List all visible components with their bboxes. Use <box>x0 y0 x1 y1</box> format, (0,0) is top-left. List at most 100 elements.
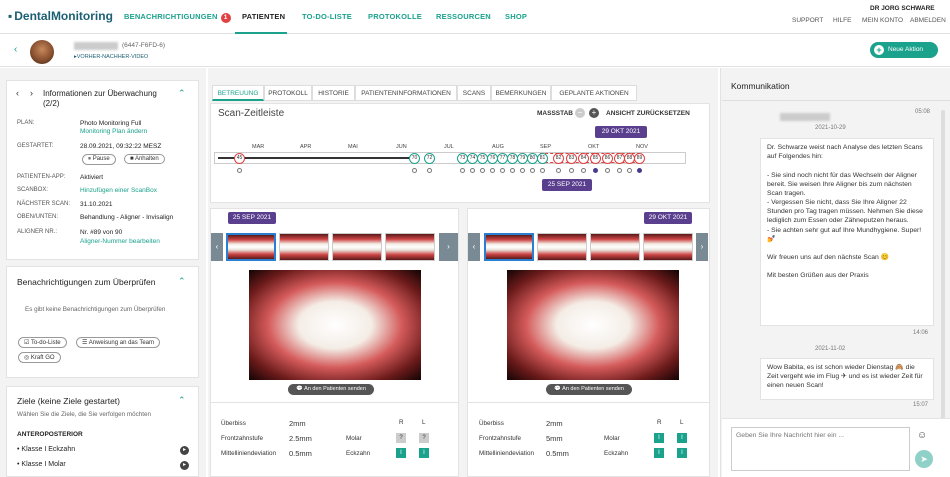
patient-app-label: PATIENTEN-APP: <box>17 174 66 180</box>
scan-marker[interactable]: 84 <box>578 153 589 164</box>
tab-patient-info[interactable]: PATIENTENINFORMATIONEN <box>355 85 457 101</box>
left-thumb-selected[interactable] <box>226 233 276 261</box>
scan-dot[interactable] <box>237 168 242 173</box>
selected-date-bottom-badge: 25 SEP 2021 <box>542 179 592 191</box>
prev-chevron-icon[interactable]: ‹ <box>16 88 19 98</box>
right-send-to-patient-button[interactable]: 💬 An den Patienten senden <box>546 384 632 395</box>
scan-marker[interactable]: 81 <box>537 153 548 164</box>
add-scanbox-link[interactable]: Hinzufügen einer ScanBox <box>80 187 157 194</box>
link-logout[interactable]: ABMELDEN <box>910 17 946 24</box>
scan-dot[interactable] <box>593 168 598 173</box>
tab-scans[interactable]: SCANS <box>457 85 491 101</box>
kraft-go-button[interactable]: ◎ Kraft GO <box>18 352 61 363</box>
left-thumb[interactable] <box>332 233 382 261</box>
link-support[interactable]: SUPPORT <box>792 17 823 24</box>
left-thumb[interactable] <box>279 233 329 261</box>
chat-scrollbar[interactable] <box>941 110 945 420</box>
right-midline-value: 0.5mm <box>546 449 569 458</box>
collapse-chevron-icon[interactable]: ⌃ <box>178 88 186 99</box>
team-instruction-button[interactable]: ☰ Anweisung an das Team <box>76 337 160 348</box>
notification-count-badge: 1 <box>220 13 231 23</box>
scan-dot[interactable] <box>427 168 432 173</box>
scan-dot[interactable] <box>520 168 525 173</box>
edit-aligner-link[interactable]: Aligner-Nummer bearbeiten <box>80 238 160 245</box>
scan-marker[interactable]: 70 <box>409 153 420 164</box>
goals-collapse-icon[interactable]: ⌃ <box>178 395 186 406</box>
scan-dot[interactable] <box>540 168 545 173</box>
left-thumb[interactable] <box>385 233 435 261</box>
nav-shop[interactable]: SHOP <box>505 12 527 21</box>
right-thumb-selected[interactable] <box>484 233 534 261</box>
scan-dot[interactable] <box>500 168 505 173</box>
goal-item[interactable]: • Klasse I Molar <box>17 461 66 468</box>
change-plan-link[interactable]: Monitoring Plan ändern <box>80 128 147 135</box>
scan-marker[interactable]: 83 <box>566 153 577 164</box>
goal-play-icon[interactable]: ▸ <box>180 446 189 455</box>
tab-protocol[interactable]: PROTOKOLL <box>264 85 312 101</box>
scan-dot[interactable] <box>556 168 561 173</box>
emoji-icon[interactable]: ☺ <box>917 430 927 441</box>
scan-dot[interactable] <box>581 168 586 173</box>
scan-dot[interactable] <box>470 168 475 173</box>
scan-marker[interactable]: 89 <box>634 153 645 164</box>
reset-view-button[interactable]: ANSICHT ZURÜCKSETZEN <box>606 110 690 117</box>
notifications-collapse-icon[interactable]: ⌃ <box>178 276 186 287</box>
scan-marker[interactable]: 45 <box>234 153 245 164</box>
scan-dot[interactable] <box>412 168 417 173</box>
right-intraoral-photo[interactable] <box>507 270 679 380</box>
scan-dot[interactable] <box>490 168 495 173</box>
tab-care[interactable]: BETREUUNG <box>212 85 264 101</box>
right-thumb[interactable] <box>537 233 587 261</box>
timeline-month-label: JUL <box>444 144 454 150</box>
goal-play-icon[interactable]: ▸ <box>180 461 189 470</box>
stop-button[interactable]: ■ Anhalten <box>124 154 165 164</box>
back-chevron-icon[interactable]: ‹ <box>14 44 17 55</box>
todo-list-button[interactable]: ☑ To-do-Liste <box>18 337 67 348</box>
right-thumb[interactable] <box>643 233 693 261</box>
left-prev-arrow-icon[interactable]: ‹ <box>211 233 223 261</box>
goal-item[interactable]: • Klasse I Eckzahn <box>17 446 75 453</box>
scan-dot[interactable] <box>510 168 515 173</box>
scan-dot[interactable] <box>627 168 632 173</box>
zoom-out-icon[interactable]: − <box>575 108 585 118</box>
left-next-arrow-icon[interactable]: › <box>439 233 458 261</box>
patient-name-redacted <box>74 42 118 50</box>
scan-dot[interactable] <box>460 168 465 173</box>
scan-marker[interactable]: 82 <box>553 153 564 164</box>
scan-dot[interactable] <box>569 168 574 173</box>
right-thumb[interactable] <box>590 233 640 261</box>
tab-history[interactable]: HISTORIE <box>312 85 355 101</box>
nav-patients[interactable]: PATIENTEN <box>242 12 285 21</box>
right-next-arrow-icon[interactable]: › <box>696 233 708 261</box>
link-account[interactable]: MEIN KONTO <box>862 17 903 24</box>
nav-resources[interactable]: RESSOURCEN <box>436 12 491 21</box>
scan-dot[interactable] <box>530 168 535 173</box>
scan-dot[interactable] <box>617 168 622 173</box>
pause-button[interactable]: ⏸ Pause <box>82 154 116 165</box>
zoom-in-icon[interactable]: + <box>589 108 599 118</box>
canine-label: Eckzahn <box>604 450 629 457</box>
left-intraoral-photo[interactable] <box>249 270 421 380</box>
send-icon[interactable]: ➤ <box>915 450 933 468</box>
right-prev-arrow-icon[interactable]: ‹ <box>468 233 480 261</box>
nav-todo[interactable]: TO-DO-LISTE <box>302 12 352 21</box>
scan-dot[interactable] <box>637 168 642 173</box>
scan-marker[interactable]: 72 <box>424 153 435 164</box>
message-input[interactable] <box>731 427 910 471</box>
tab-notes[interactable]: BEMERKUNGEN <box>491 85 551 101</box>
nav-notifications[interactable]: BENACHRICHTIGUNGEN 1 <box>124 12 231 23</box>
app-logo[interactable]: ▪ DentalMonitoring <box>8 9 113 23</box>
new-action-button[interactable]: + Neue Aktion <box>870 42 938 58</box>
right-molar-l-indicator: I <box>677 433 687 443</box>
tab-planned-actions[interactable]: GEPLANTE AKTIONEN <box>551 85 637 101</box>
left-send-to-patient-button[interactable]: 💬 An den Patienten senden <box>288 384 374 395</box>
scan-dot[interactable] <box>605 168 610 173</box>
link-help[interactable]: HILFE <box>833 17 851 24</box>
scan-marker[interactable]: 85 <box>590 153 601 164</box>
next-chevron-icon[interactable]: › <box>30 88 33 98</box>
scan-dot[interactable] <box>480 168 485 173</box>
before-after-video-link[interactable]: ▸VORHER-NACHHER-VIDEO <box>74 54 148 60</box>
nav-protocols[interactable]: PROTOKOLLE <box>368 12 422 21</box>
scan-marker[interactable]: 86 <box>602 153 613 164</box>
chat-icon: 💬 <box>296 386 303 392</box>
